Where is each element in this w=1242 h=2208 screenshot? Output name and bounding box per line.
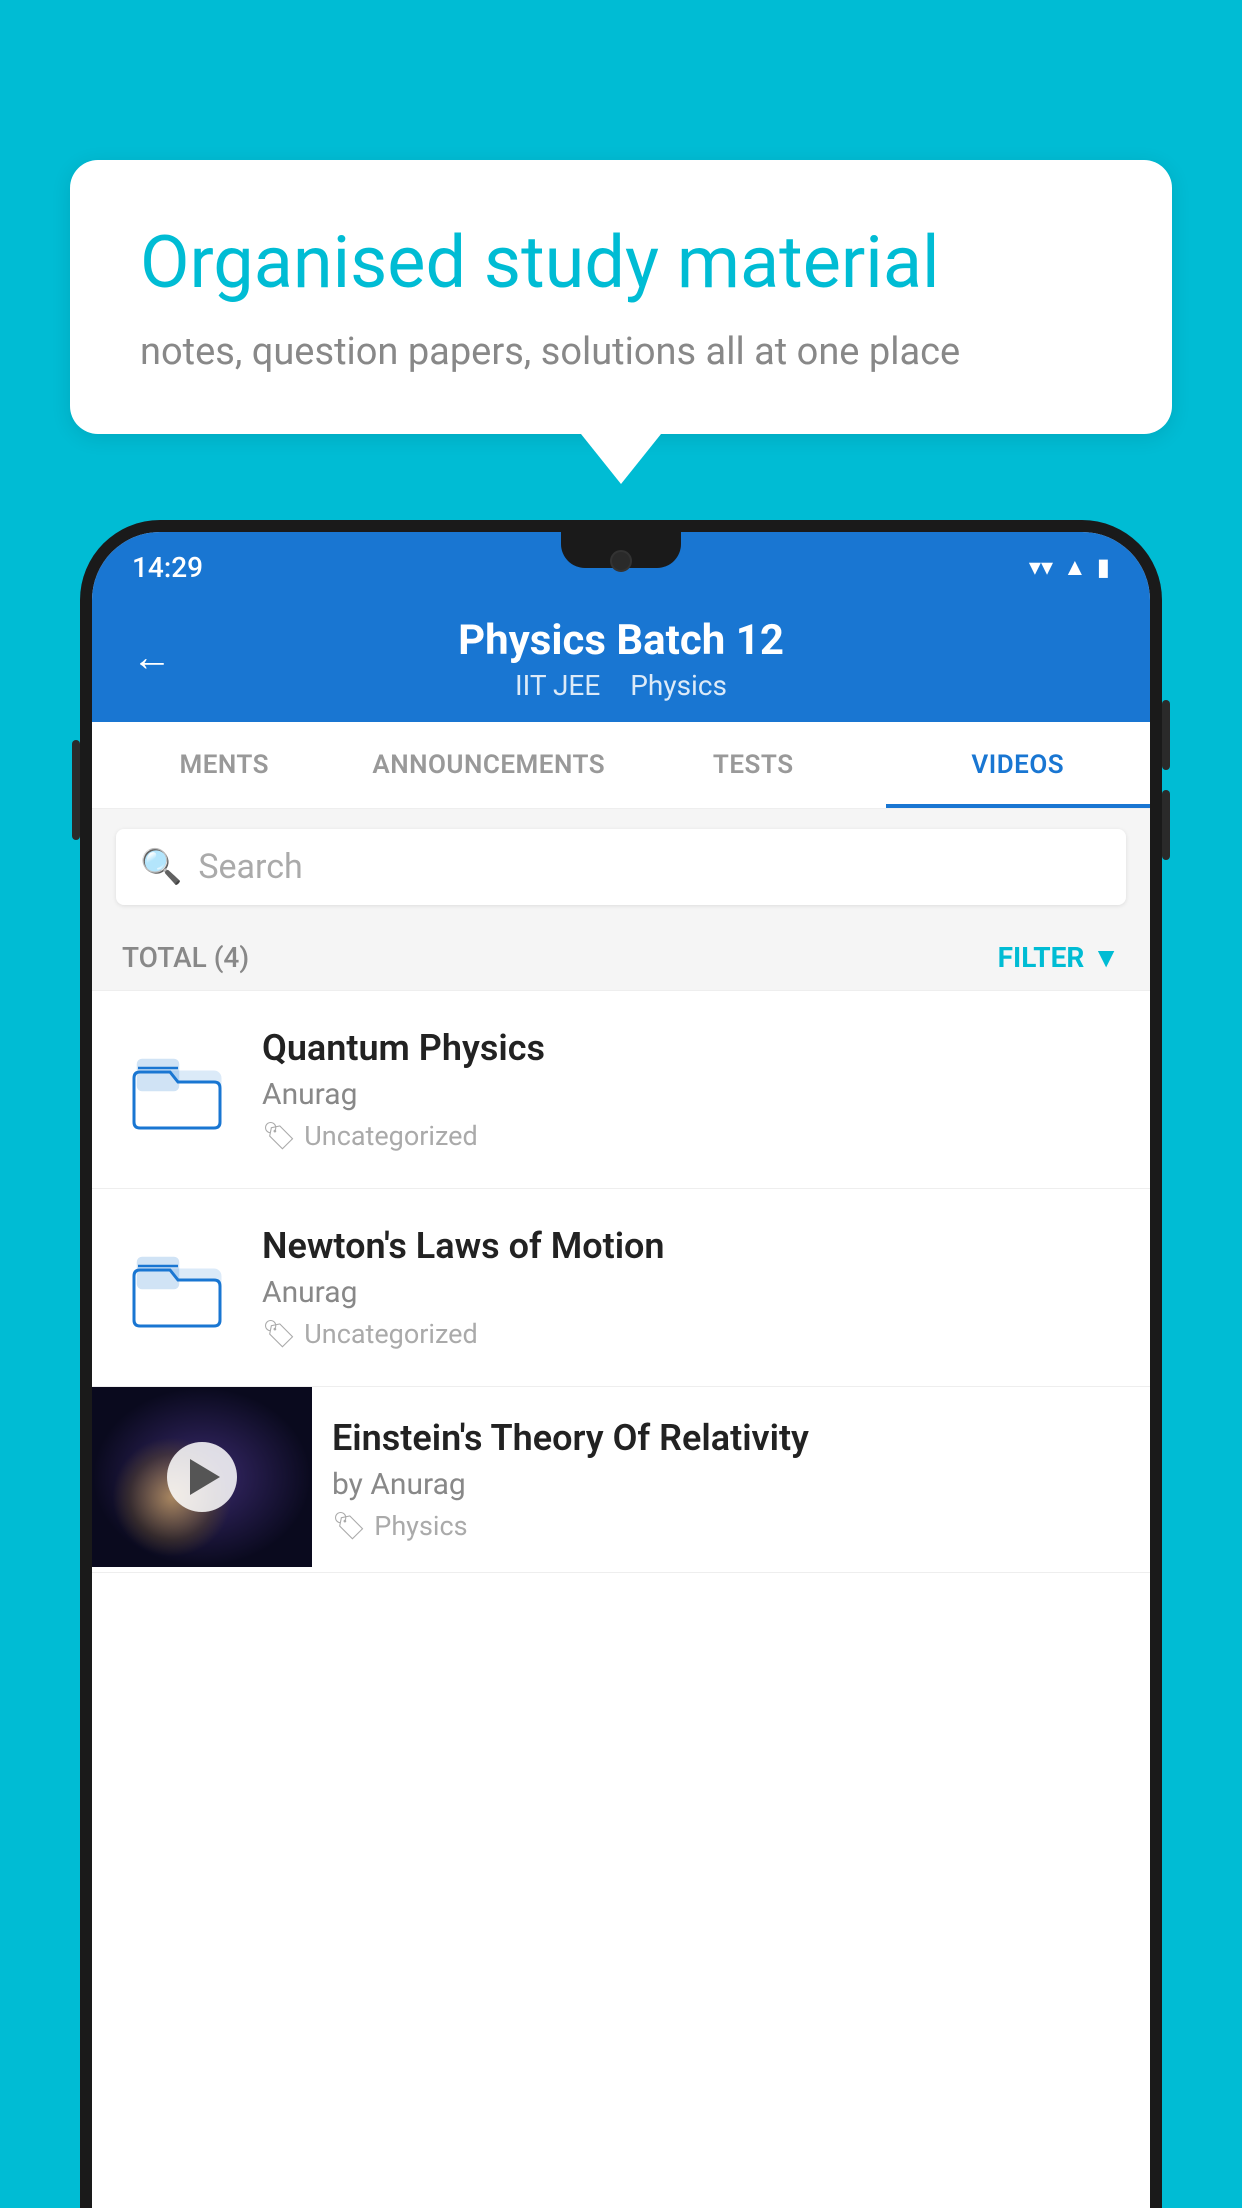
video-info-2: Newton's Laws of Motion Anurag 🏷 Uncateg… (262, 1225, 1120, 1350)
einstein-tag-label: Physics (374, 1510, 467, 1542)
tabs-bar: MENTS ANNOUNCEMENTS TESTS VIDEOS (92, 722, 1150, 809)
tag-label-1: Uncategorized (304, 1120, 477, 1152)
wifi-icon: ▾▾ (1029, 553, 1053, 581)
filter-icon: ▼ (1092, 941, 1120, 974)
phone-screen: 14:29 ▾▾ ▲ ▮ ← Physics Batch 12 IIT JEE … (92, 532, 1150, 2208)
filter-bar: TOTAL (4) FILTER ▼ (92, 925, 1150, 991)
filter-label: FILTER (998, 941, 1085, 974)
app-bar-subtitle: IIT JEE Physics (515, 669, 727, 702)
tab-ments[interactable]: MENTS (92, 722, 357, 808)
tab-videos[interactable]: VIDEOS (886, 722, 1151, 808)
folder-icon (132, 1243, 222, 1333)
video-tag-2: 🏷 Uncategorized (262, 1318, 1120, 1350)
status-icons: ▾▾ ▲ ▮ (1029, 553, 1110, 582)
play-triangle-icon (190, 1459, 220, 1495)
power-button[interactable] (72, 740, 80, 840)
einstein-thumbnail (92, 1387, 312, 1567)
video-thumbnail-1 (122, 1035, 232, 1145)
status-time: 14:29 (132, 551, 203, 584)
video-list: Quantum Physics Anurag 🏷 Uncategorized (92, 991, 1150, 1573)
signal-icon: ▲ (1063, 553, 1087, 582)
list-item[interactable]: Quantum Physics Anurag 🏷 Uncategorized (92, 991, 1150, 1189)
einstein-author: by Anurag (332, 1467, 1130, 1502)
einstein-info: Einstein's Theory Of Relativity by Anura… (312, 1387, 1150, 1572)
video-tag-1: 🏷 Uncategorized (262, 1120, 1120, 1152)
video-title-1: Quantum Physics (262, 1027, 1120, 1069)
phone-body: 14:29 ▾▾ ▲ ▮ ← Physics Batch 12 IIT JEE … (80, 520, 1162, 2208)
volume-up-button[interactable] (1162, 700, 1170, 770)
filter-button[interactable]: FILTER ▼ (998, 941, 1120, 974)
video-title-2: Newton's Laws of Motion (262, 1225, 1120, 1267)
play-button[interactable] (167, 1442, 237, 1512)
video-thumbnail-2 (122, 1233, 232, 1343)
app-bar-title: Physics Batch 12 (458, 616, 784, 665)
subtitle-iitjee: IIT JEE (515, 669, 600, 702)
tag-label-2: Uncategorized (304, 1318, 477, 1350)
search-bar[interactable]: 🔍 Search (116, 829, 1126, 905)
video-author-1: Anurag (262, 1077, 1120, 1112)
speech-bubble-subtitle: notes, question papers, solutions all at… (140, 330, 1102, 374)
speech-bubble-section: Organised study material notes, question… (70, 160, 1172, 484)
back-button[interactable]: ← (132, 634, 172, 681)
search-icon: 🔍 (140, 847, 182, 887)
volume-down-button[interactable] (1162, 790, 1170, 860)
tag-icon-1: 🏷 (262, 1120, 296, 1152)
list-item[interactable]: Einstein's Theory Of Relativity by Anura… (92, 1387, 1150, 1573)
einstein-title: Einstein's Theory Of Relativity (332, 1417, 1130, 1459)
speech-bubble-title: Organised study material (140, 220, 1102, 306)
video-author-2: Anurag (262, 1275, 1120, 1310)
einstein-tag: 🏷 Physics (332, 1510, 1130, 1542)
search-container: 🔍 Search (92, 809, 1150, 925)
speech-bubble-card: Organised study material notes, question… (70, 160, 1172, 434)
subtitle-physics: Physics (630, 669, 727, 702)
video-info-1: Quantum Physics Anurag 🏷 Uncategorized (262, 1027, 1120, 1152)
tag-icon-2: 🏷 (262, 1318, 296, 1350)
tab-announcements[interactable]: ANNOUNCEMENTS (357, 722, 622, 808)
front-camera (610, 550, 632, 572)
phone-notch (561, 532, 681, 568)
list-item[interactable]: Newton's Laws of Motion Anurag 🏷 Uncateg… (92, 1189, 1150, 1387)
battery-icon: ▮ (1097, 553, 1110, 581)
total-count: TOTAL (4) (122, 941, 249, 974)
einstein-tag-icon: 🏷 (332, 1510, 366, 1542)
folder-icon (132, 1045, 222, 1135)
search-input[interactable]: Search (198, 847, 302, 887)
phone-wrapper: 14:29 ▾▾ ▲ ▮ ← Physics Batch 12 IIT JEE … (80, 520, 1162, 2208)
speech-bubble-arrow (581, 434, 661, 484)
app-bar: ← Physics Batch 12 IIT JEE Physics (92, 592, 1150, 722)
tab-tests[interactable]: TESTS (621, 722, 886, 808)
